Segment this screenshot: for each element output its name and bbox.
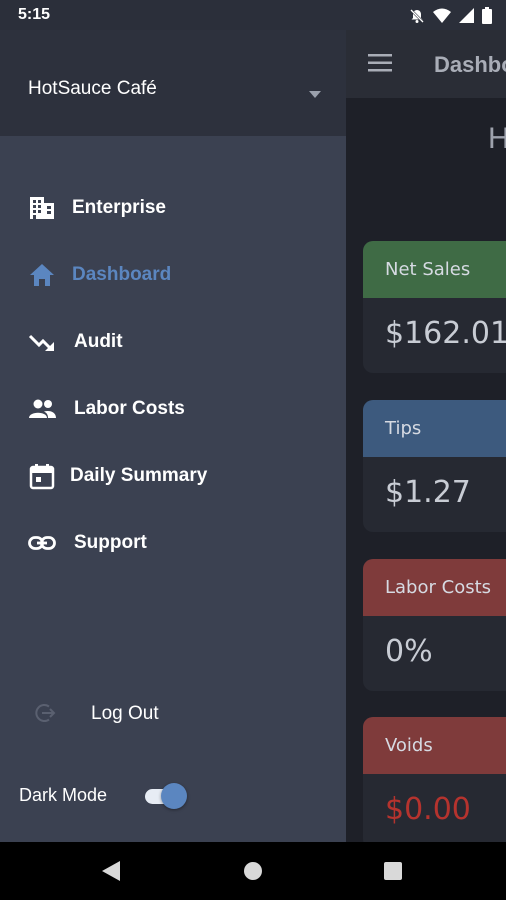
chevron-down-icon[interactable] <box>309 85 321 103</box>
phone-screen: 5:15 Dashbo H Net Sales $162.01 Tips <box>0 0 506 900</box>
home-button-icon[interactable] <box>244 862 262 880</box>
status-time: 5:15 <box>18 6 51 23</box>
voids-card[interactable]: Voids $0.00 <box>363 717 506 849</box>
card-value: 0% <box>385 634 433 669</box>
sidebar-item-audit[interactable]: Audit <box>0 315 346 369</box>
card-label: Net Sales <box>363 241 506 298</box>
card-value: $0.00 <box>385 792 471 827</box>
sidebar-item-dashboard[interactable]: Dashboard <box>0 248 346 302</box>
restaurant-heading: H <box>488 122 506 155</box>
sidebar-item-label: Enterprise <box>72 197 166 218</box>
card-value: $162.01 <box>385 316 506 351</box>
menu-icon[interactable] <box>368 54 392 77</box>
recent-apps-icon[interactable] <box>384 862 402 880</box>
sidebar-item-label: Daily Summary <box>70 465 208 486</box>
home-icon <box>28 261 56 289</box>
notifications-off-icon <box>409 8 425 24</box>
dark-mode-toggle[interactable] <box>145 783 187 809</box>
card-label: Voids <box>363 717 506 774</box>
building-icon <box>28 194 56 222</box>
sidebar-item-label: Labor Costs <box>74 398 185 419</box>
tips-card[interactable]: Tips $1.27 <box>363 400 506 532</box>
status-bar: 5:15 <box>0 0 506 30</box>
battery-icon <box>482 7 492 24</box>
card-value: $1.27 <box>385 475 471 510</box>
system-navigation-bar <box>0 842 506 900</box>
sidebar-item-support[interactable]: Support <box>0 516 346 570</box>
navigation-drawer: HotSauce Café Enterprise Dashboard Audit… <box>0 30 346 842</box>
card-label: Tips <box>363 400 506 457</box>
logout-button[interactable]: Log Out <box>0 688 346 738</box>
sidebar-item-labor-costs[interactable]: Labor Costs <box>0 382 346 436</box>
sidebar-item-daily-summary[interactable]: Daily Summary <box>0 449 346 503</box>
status-icons <box>409 7 492 24</box>
page-title: Dashbo <box>434 52 506 77</box>
card-label: Labor Costs <box>363 559 506 616</box>
net-sales-card[interactable]: Net Sales $162.01 <box>363 241 506 373</box>
logout-icon <box>34 702 56 729</box>
drawer-header[interactable]: HotSauce Café <box>0 30 346 136</box>
toggle-thumb <box>161 783 187 809</box>
sidebar-item-label: Support <box>74 532 147 553</box>
wifi-icon <box>433 8 451 23</box>
account-name: HotSauce Café <box>28 78 157 99</box>
people-icon <box>28 395 56 423</box>
trending-down-icon <box>28 328 56 356</box>
back-icon[interactable] <box>102 861 120 886</box>
signal-icon <box>459 8 474 23</box>
link-icon <box>28 529 56 557</box>
logout-label: Log Out <box>91 703 159 724</box>
sidebar-item-label: Dashboard <box>72 264 172 285</box>
labor-costs-card[interactable]: Labor Costs 0% <box>363 559 506 691</box>
sidebar-item-label: Audit <box>74 331 123 352</box>
app-toolbar: Dashbo <box>346 30 506 98</box>
dark-mode-label: Dark Mode <box>19 785 108 805</box>
calendar-icon <box>28 462 56 490</box>
sidebar-item-enterprise[interactable]: Enterprise <box>0 181 346 235</box>
